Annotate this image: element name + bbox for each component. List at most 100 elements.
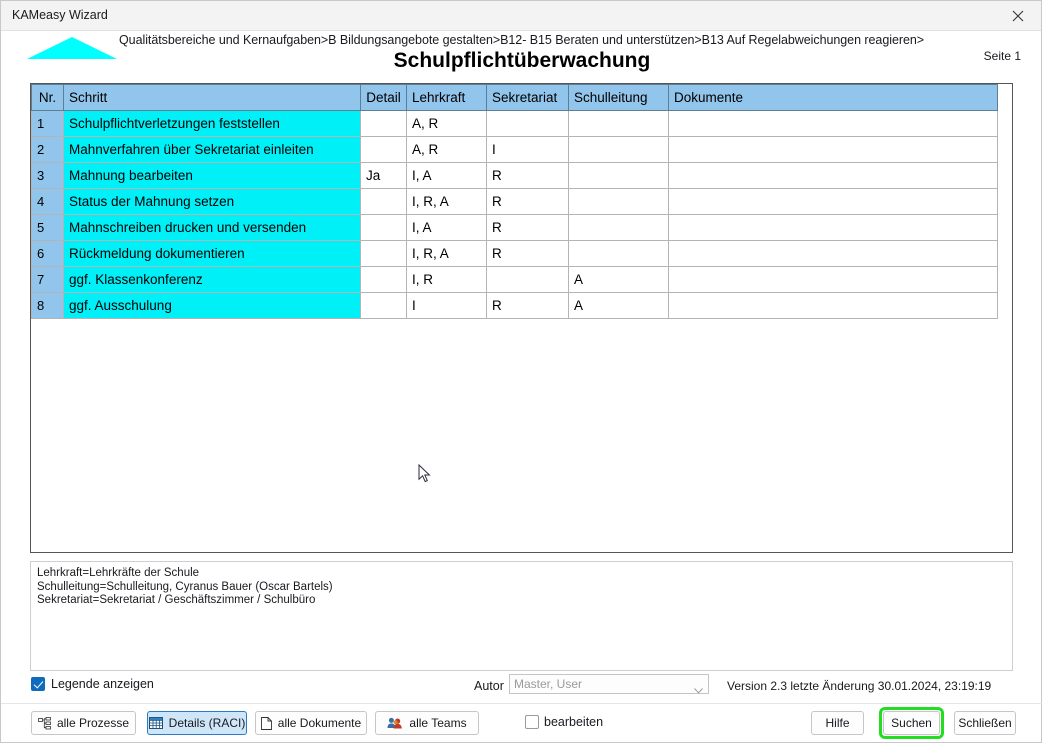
cell-lehrkraft: I, A xyxy=(406,162,487,189)
cell-schritt[interactable]: ggf. Klassenkonferenz xyxy=(63,266,361,293)
cell-nr: 7 xyxy=(31,266,64,293)
search-label: Suchen xyxy=(891,716,932,730)
cell-schritt[interactable]: Status der Mahnung setzen xyxy=(63,188,361,215)
all-documents-label: alle Dokumente xyxy=(277,716,362,730)
document-icon xyxy=(260,716,272,730)
legend-line: Sekretariat=Sekretariat / Geschäftszimme… xyxy=(37,594,316,606)
cell-schulleitung: A xyxy=(568,292,669,319)
legend-line: Schulleitung=Schulleitung, Cyranus Bauer… xyxy=(37,580,333,593)
cell-dokumente xyxy=(668,136,998,163)
all-teams-label: alle Teams xyxy=(409,716,467,730)
cell-schulleitung xyxy=(568,136,669,163)
col-header-sekretariat[interactable]: Sekretariat xyxy=(486,84,569,111)
cell-detail[interactable] xyxy=(360,240,407,267)
cell-dokumente xyxy=(668,188,998,215)
all-processes-button[interactable]: alle Prozesse xyxy=(31,711,136,735)
table-row[interactable]: 7 ggf. Klassenkonferenz I, R A xyxy=(31,266,998,293)
cell-sekretariat: R xyxy=(486,162,569,189)
raci-table-panel[interactable]: Nr. Schritt Detail Lehrkraft Sekretariat… xyxy=(30,83,1013,553)
cell-schulleitung: A xyxy=(568,266,669,293)
cell-nr: 6 xyxy=(31,240,64,267)
cell-detail[interactable] xyxy=(360,266,407,293)
cell-dokumente xyxy=(668,214,998,241)
edit-checkbox[interactable]: bearbeiten xyxy=(525,715,603,729)
cell-sekretariat xyxy=(486,110,569,137)
col-header-nr[interactable]: Nr. xyxy=(31,84,64,111)
details-raci-label: Details (RACI) xyxy=(168,716,246,730)
cell-sekretariat: R xyxy=(486,240,569,267)
details-raci-button[interactable]: Details (RACI) xyxy=(147,711,247,735)
window-title: KAMeasy Wizard xyxy=(12,8,108,22)
cell-sekretariat: I xyxy=(486,136,569,163)
table-row[interactable]: 4 Status der Mahnung setzen I, R, A R xyxy=(31,188,998,215)
cell-dokumente xyxy=(668,110,998,137)
button-bar-separator xyxy=(1,703,1042,704)
col-header-detail[interactable]: Detail xyxy=(360,84,407,111)
edit-label: bearbeiten xyxy=(544,715,604,729)
cell-detail[interactable]: Ja xyxy=(360,162,407,189)
cell-nr: 4 xyxy=(31,188,64,215)
table-row[interactable]: 5 Mahnschreiben drucken und versenden I,… xyxy=(31,214,998,241)
col-header-schritt[interactable]: Schritt xyxy=(63,84,361,111)
cell-schritt[interactable]: Schulpflichtverletzungen feststellen xyxy=(63,110,361,137)
all-teams-button[interactable]: alle Teams xyxy=(375,711,479,735)
table-body: 1 Schulpflichtverletzungen feststellen A… xyxy=(31,110,998,319)
cell-lehrkraft: A, R xyxy=(406,110,487,137)
all-processes-label: alle Prozesse xyxy=(56,716,130,730)
cell-schulleitung xyxy=(568,214,669,241)
cell-lehrkraft: I, R, A xyxy=(406,188,487,215)
cell-dokumente xyxy=(668,292,998,319)
cell-schritt[interactable]: Rückmeldung dokumentieren xyxy=(63,240,361,267)
close-label: Schließen xyxy=(958,716,1012,730)
version-info: Version 2.3 letzte Änderung 30.01.2024, … xyxy=(727,679,992,693)
checkbox-box[interactable] xyxy=(525,715,539,729)
page-number-label: Seite 1 xyxy=(983,49,1021,63)
cell-detail[interactable] xyxy=(360,110,407,137)
people-icon xyxy=(387,717,403,729)
table-row[interactable]: 8 ggf. Ausschulung I R A xyxy=(31,292,998,319)
cell-sekretariat: R xyxy=(486,214,569,241)
search-button[interactable]: Suchen xyxy=(883,711,940,735)
table-row[interactable]: 6 Rückmeldung dokumentieren I, R, A R xyxy=(31,240,998,267)
col-header-schulleitung[interactable]: Schulleitung xyxy=(568,84,669,111)
show-legend-checkbox[interactable]: Legende anzeigen xyxy=(31,677,154,691)
col-header-dokumente[interactable]: Dokumente xyxy=(668,84,998,111)
cell-detail[interactable] xyxy=(360,136,407,163)
table-header-row: Nr. Schritt Detail Lehrkraft Sekretariat… xyxy=(31,84,998,111)
all-documents-button[interactable]: alle Dokumente xyxy=(255,711,367,735)
checkbox-box[interactable] xyxy=(31,677,45,691)
help-button[interactable]: Hilfe xyxy=(811,711,864,735)
table-row[interactable]: 3 Mahnung bearbeiten Ja I, A R xyxy=(31,162,998,189)
autor-value: Master, User xyxy=(514,677,583,691)
cell-schulleitung xyxy=(568,110,669,137)
page-title: Schulpflichtüberwachung xyxy=(393,49,651,72)
process-tree-icon xyxy=(38,716,51,730)
cell-lehrkraft: I, R, A xyxy=(406,240,487,267)
cell-schritt[interactable]: Mahnung bearbeiten xyxy=(63,162,361,189)
cell-lehrkraft: I, A xyxy=(406,214,487,241)
cell-sekretariat xyxy=(486,266,569,293)
autor-select[interactable]: Master, User xyxy=(509,674,709,694)
col-header-lehrkraft[interactable]: Lehrkraft xyxy=(406,84,487,111)
cell-schulleitung xyxy=(568,188,669,215)
close-button[interactable]: Schließen xyxy=(954,711,1016,735)
cell-detail[interactable] xyxy=(360,214,407,241)
table-row[interactable]: 2 Mahnverfahren über Sekretariat einleit… xyxy=(31,136,998,163)
cell-detail[interactable] xyxy=(360,188,407,215)
legend-line: Lehrkraft=Lehrkräfte der Schule xyxy=(37,567,200,579)
close-window-button[interactable] xyxy=(995,1,1041,30)
table-row[interactable]: 1 Schulpflichtverletzungen feststellen A… xyxy=(31,110,998,137)
cell-dokumente xyxy=(668,266,998,293)
cell-lehrkraft: A, R xyxy=(406,136,487,163)
help-label: Hilfe xyxy=(825,716,850,730)
legend-panel: Lehrkraft=Lehrkräfte der Schule Schullei… xyxy=(30,561,1013,671)
cell-schritt[interactable]: Mahnverfahren über Sekretariat einleiten xyxy=(63,136,361,163)
cell-dokumente xyxy=(668,240,998,267)
raci-table: Nr. Schritt Detail Lehrkraft Sekretariat… xyxy=(31,84,998,319)
cell-dokumente xyxy=(668,162,998,189)
cell-schritt[interactable]: ggf. Ausschulung xyxy=(63,292,361,319)
cell-detail[interactable] xyxy=(360,292,407,319)
cell-lehrkraft: I xyxy=(406,292,487,319)
cell-schritt[interactable]: Mahnschreiben drucken und versenden xyxy=(63,214,361,241)
cell-sekretariat: R xyxy=(486,292,569,319)
